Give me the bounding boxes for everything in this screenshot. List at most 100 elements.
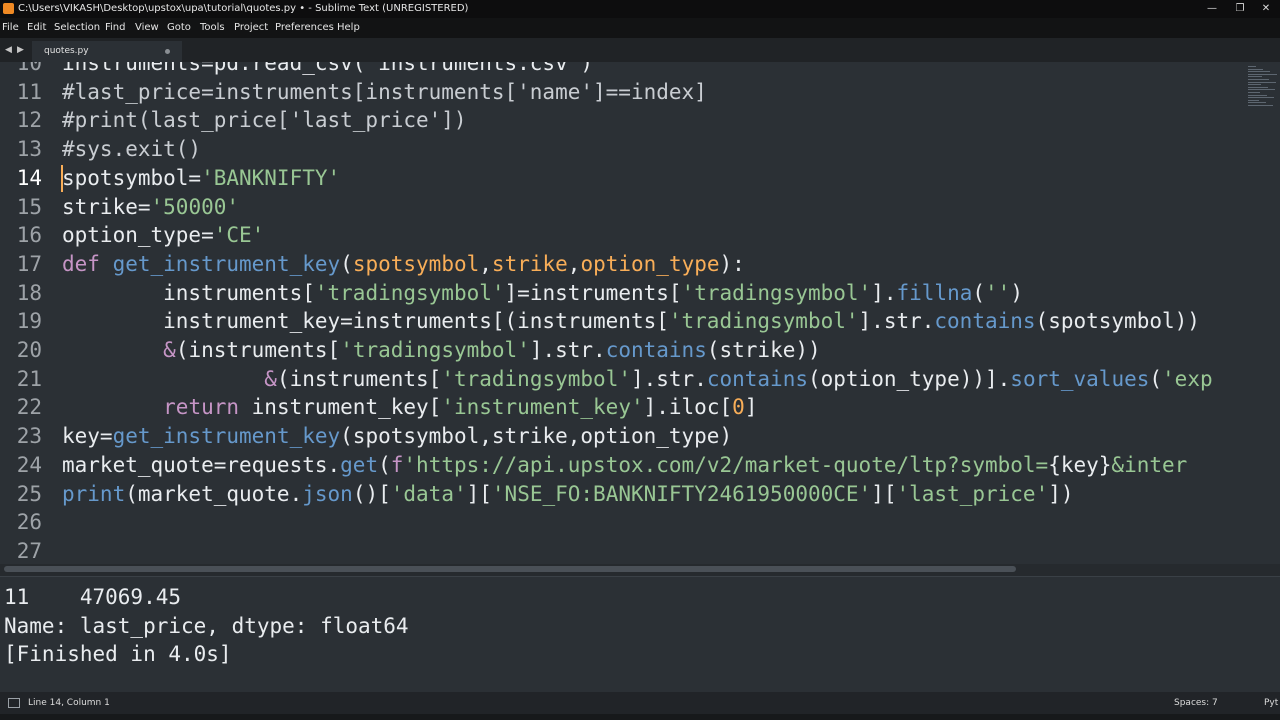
- restore-button[interactable]: ❐: [1230, 0, 1250, 18]
- code-token: 0: [732, 395, 745, 420]
- code-token: fillna: [896, 280, 973, 305]
- code-token: ]: [744, 395, 758, 420]
- unsaved-dot-icon[interactable]: [165, 49, 170, 54]
- code-line[interactable]: 18 instruments['tradingsymbol']=instrume…: [0, 279, 1246, 308]
- code-token: (spotsymbol,strike,option_type): [340, 424, 733, 449]
- code-line[interactable]: 13 #sys.exit(): [0, 135, 1246, 164]
- menu-file[interactable]: File: [2, 18, 19, 38]
- line-number: 24: [16, 452, 42, 477]
- code-token: ][: [871, 481, 897, 506]
- minimap-line: [1248, 66, 1256, 67]
- panel-toggle-icon[interactable]: [8, 698, 20, 708]
- code-token: &inter: [1111, 452, 1188, 477]
- minimap-line: [1248, 89, 1275, 91]
- code-editor[interactable]: 10 instruments=pd.read_csv('instruments.c…: [0, 62, 1246, 564]
- code-token: option_type: [580, 251, 720, 276]
- code-text[interactable]: key=get_instrument_key(spotsymbol,strike…: [62, 422, 732, 451]
- code-token: 'data': [390, 481, 467, 506]
- code-line[interactable]: 26: [0, 508, 1246, 537]
- code-text[interactable]: return instrument_key['instrument_key'].…: [62, 393, 757, 422]
- code-line[interactable]: 17 def get_instrument_key(spotsymbol,stri…: [0, 250, 1246, 279]
- code-token: instruments=pd.read_csv('instruments.csv…: [62, 62, 594, 75]
- menu-tools[interactable]: Tools: [200, 18, 225, 38]
- code-line[interactable]: 21 &(instruments['tradingsymbol'].str.co…: [0, 365, 1246, 394]
- code-line[interactable]: 20 &(instruments['tradingsymbol'].str.co…: [0, 336, 1246, 365]
- tab-forward-icon[interactable]: ▶: [17, 42, 24, 58]
- code-text[interactable]: &(instruments['tradingsymbol'].str.conta…: [62, 365, 1212, 394]
- menu-help[interactable]: Help: [337, 18, 360, 38]
- minimap[interactable]: [1246, 62, 1280, 564]
- code-line[interactable]: 12 #print(last_price['last_price']): [0, 106, 1246, 135]
- code-line[interactable]: 15 strike='50000': [0, 193, 1246, 222]
- code-token: instruments[: [62, 280, 315, 305]
- code-token: def: [62, 251, 100, 276]
- code-token: 'last_price': [896, 481, 1049, 506]
- code-token: (market_quote.: [125, 481, 303, 506]
- code-text[interactable]: #last_price=instruments[instruments['nam…: [62, 78, 707, 107]
- code-text[interactable]: #print(last_price['last_price']): [62, 106, 467, 135]
- code-token: ].: [871, 280, 897, 305]
- code-token: get_instrument_key: [112, 424, 341, 449]
- line-number: 13: [16, 137, 42, 162]
- code-text[interactable]: instrument_key=instruments[(instruments[…: [62, 307, 1200, 336]
- scrollbar-thumb[interactable]: [4, 566, 1016, 572]
- code-line[interactable]: 16 option_type='CE': [0, 221, 1246, 250]
- code-text[interactable]: def get_instrument_key(spotsymbol,strike…: [62, 250, 745, 279]
- code-token: sort_values: [1010, 366, 1150, 391]
- status-bar: Line 14, Column 1 Spaces: 7 Pyt: [0, 692, 1280, 720]
- minimap-line: [1248, 71, 1270, 73]
- code-token: ].iloc[: [643, 395, 733, 420]
- code-line[interactable]: 24 market_quote=requests.get(f'https://ap…: [0, 451, 1246, 480]
- close-button[interactable]: ✕: [1256, 0, 1276, 18]
- code-line[interactable]: 27: [0, 537, 1246, 564]
- minimap-line: [1248, 79, 1269, 80]
- code-token: ].str.: [630, 366, 707, 391]
- code-line[interactable]: 11 #last_price=instruments[instruments['n…: [0, 78, 1246, 107]
- code-token: ][: [466, 481, 492, 506]
- menu-bar: File Edit Selection Find View Goto Tools…: [0, 18, 1280, 38]
- code-line[interactable]: 19 instrument_key=instruments[(instrumen…: [0, 307, 1246, 336]
- line-number: 19: [16, 309, 42, 334]
- code-text[interactable]: #sys.exit(): [62, 135, 201, 164]
- code-line[interactable]: 25 print(market_quote.json()['data']['NSE…: [0, 480, 1246, 509]
- menu-view[interactable]: View: [135, 18, 159, 38]
- code-text[interactable]: strike='50000': [62, 193, 239, 222]
- code-text[interactable]: market_quote=requests.get(f'https://api.…: [62, 451, 1187, 480]
- horizontal-scrollbar[interactable]: [0, 564, 1280, 576]
- line-number: 21: [16, 366, 42, 391]
- code-line[interactable]: 23 key=get_instrument_key(spotsymbol,stri…: [0, 422, 1246, 451]
- code-line[interactable]: 14 spotsymbol='BANKNIFTY': [0, 164, 1246, 193]
- code-text[interactable]: instruments=pd.read_csv('instruments.csv…: [62, 62, 593, 78]
- cursor-position[interactable]: Line 14, Column 1: [28, 692, 110, 714]
- code-token: ): [1010, 280, 1023, 305]
- output-line: [Finished in 4.0s]: [4, 642, 232, 667]
- menu-preferences[interactable]: Preferences: [275, 18, 334, 38]
- code-token: 'BANKNIFTY': [201, 165, 341, 190]
- code-token: #print(last_price['last_price']): [62, 108, 467, 133]
- code-line[interactable]: 10 instruments=pd.read_csv('instruments.c…: [0, 62, 1246, 78]
- tab-back-icon[interactable]: ◀: [5, 42, 12, 58]
- title-bar: C:\Users\VIKASH\Desktop\upstox\upa\tutor…: [0, 0, 1280, 18]
- menu-project[interactable]: Project: [234, 18, 268, 38]
- window-title: C:\Users\VIKASH\Desktop\upstox\upa\tutor…: [18, 3, 469, 14]
- code-token: contains: [934, 309, 1036, 334]
- line-number: 11: [16, 79, 42, 104]
- code-text[interactable]: spotsymbol='BANKNIFTY': [62, 164, 340, 193]
- code-text[interactable]: instruments['tradingsymbol']=instruments…: [62, 279, 1023, 308]
- code-text[interactable]: option_type='CE': [62, 221, 264, 250]
- code-text[interactable]: &(instruments['tradingsymbol'].str.conta…: [62, 336, 821, 365]
- tab-quotes-py[interactable]: quotes.py: [32, 41, 182, 62]
- code-text[interactable]: print(market_quote.json()['data']['NSE_F…: [62, 480, 1074, 509]
- code-token: (: [378, 452, 391, 477]
- code-line[interactable]: 22 return instrument_key['instrument_key…: [0, 393, 1246, 422]
- code-token: 'tradingsymbol': [668, 309, 859, 334]
- menu-edit[interactable]: Edit: [27, 18, 46, 38]
- minimize-button[interactable]: —: [1202, 0, 1222, 18]
- indentation-setting[interactable]: Spaces: 7: [1174, 692, 1218, 714]
- syntax-setting[interactable]: Pyt: [1264, 692, 1278, 714]
- menu-selection[interactable]: Selection: [54, 18, 100, 38]
- menu-find[interactable]: Find: [105, 18, 126, 38]
- menu-goto[interactable]: Goto: [167, 18, 191, 38]
- code-token: '': [985, 280, 1011, 305]
